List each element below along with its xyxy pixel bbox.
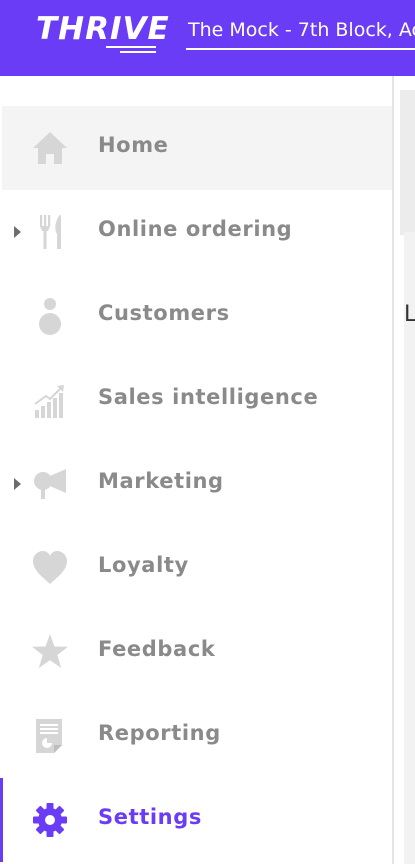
sidebar-item-marketing[interactable]: Marketing bbox=[2, 442, 392, 526]
heart-icon bbox=[30, 548, 70, 588]
home-icon bbox=[30, 128, 70, 168]
sidebar-item-label: Customers bbox=[98, 301, 230, 325]
sidebar-item-reporting[interactable]: Reporting bbox=[2, 694, 392, 778]
sidebar-item-label: Feedback bbox=[98, 637, 216, 661]
content-heading-fragment: L bbox=[404, 302, 415, 327]
content-card bbox=[400, 90, 415, 235]
sidebar-nav: Home Online ordering Customers Sales int… bbox=[0, 76, 392, 864]
sidebar-item-customers[interactable]: Customers bbox=[2, 274, 392, 358]
sidebar-item-label: Marketing bbox=[98, 469, 224, 493]
expand-caret-icon[interactable] bbox=[14, 478, 21, 490]
sidebar-item-label: Online ordering bbox=[98, 217, 293, 241]
top-bar: THRIVE The Mock - 7th Block, Ac bbox=[0, 0, 415, 76]
main-content-area: L bbox=[394, 76, 415, 864]
sidebar-item-home[interactable]: Home bbox=[2, 106, 392, 190]
logo-underline-short bbox=[120, 51, 156, 53]
sidebar-divider bbox=[392, 76, 394, 864]
megaphone-icon bbox=[30, 464, 70, 504]
sidebar-item-label: Settings bbox=[98, 805, 202, 829]
logo-text: THRIVE bbox=[36, 11, 170, 47]
sidebar-item-label: Reporting bbox=[98, 721, 221, 745]
fork-knife-icon bbox=[30, 212, 70, 252]
store-selector[interactable]: The Mock - 7th Block, Ac bbox=[186, 14, 415, 50]
bar-chart-trend-icon bbox=[30, 380, 70, 420]
expand-caret-icon[interactable] bbox=[14, 226, 21, 238]
store-name: The Mock - 7th Block, Ac bbox=[188, 19, 415, 41]
gear-icon bbox=[30, 800, 70, 840]
sidebar-item-feedback[interactable]: Feedback bbox=[2, 610, 392, 694]
sidebar-item-settings[interactable]: Settings bbox=[2, 778, 392, 862]
thrive-logo[interactable]: THRIVE bbox=[34, 10, 169, 56]
sidebar-item-label: Loyalty bbox=[98, 553, 189, 577]
selected-indicator bbox=[0, 778, 3, 862]
sidebar-item-sales-intelligence[interactable]: Sales intelligence bbox=[2, 358, 392, 442]
sidebar-item-label: Sales intelligence bbox=[98, 385, 319, 409]
sidebar-item-loyalty[interactable]: Loyalty bbox=[2, 526, 392, 610]
sidebar-item-online-ordering[interactable]: Online ordering bbox=[2, 190, 392, 274]
person-icon bbox=[30, 296, 70, 336]
star-icon bbox=[30, 632, 70, 672]
report-document-icon bbox=[30, 716, 70, 756]
sidebar-item-label: Home bbox=[98, 133, 169, 157]
logo-underline bbox=[106, 46, 156, 48]
